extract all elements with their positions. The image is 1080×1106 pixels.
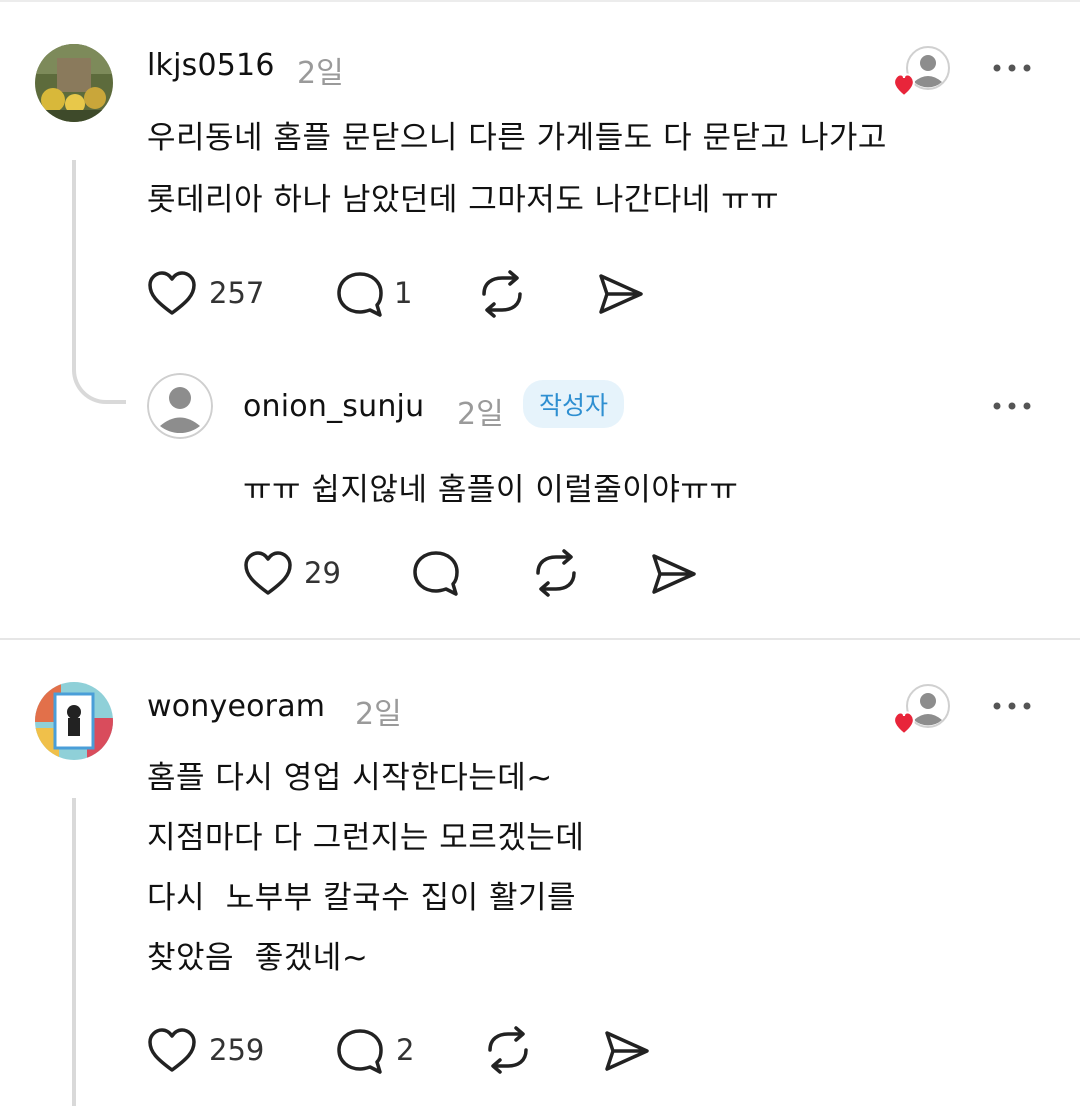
username[interactable]: lkjs0516 (147, 48, 275, 83)
timestamp: 2일 (457, 397, 504, 432)
reply-button[interactable] (411, 549, 461, 599)
top-border (0, 0, 1080, 2)
repost-button[interactable] (482, 1026, 534, 1074)
timestamp: 2일 (297, 56, 344, 91)
comment-text-line: 지점마다 다 그런지는 모르겠는데 (147, 820, 585, 856)
repost-button[interactable] (476, 270, 528, 318)
thread-line (72, 798, 76, 1106)
liked-by-author-icon (890, 682, 950, 738)
liked-by-author-icon (890, 44, 950, 100)
thread-line (72, 160, 76, 360)
avatar-lkjs0516[interactable] (35, 44, 113, 122)
like-count: 259 (209, 1033, 265, 1067)
username[interactable]: wonyeoram (147, 689, 325, 724)
reply-button[interactable] (335, 1027, 385, 1077)
username[interactable]: onion_sunju (243, 389, 424, 424)
author-badge: 작성자 (523, 380, 625, 428)
timestamp: 2일 (355, 697, 402, 732)
reply-count: 1 (394, 276, 413, 310)
share-button[interactable] (597, 270, 645, 318)
comment-text-line: 다시 노부부 칼국수 집이 활기를 (147, 880, 577, 916)
thread-connector (72, 356, 126, 404)
share-button[interactable] (650, 550, 698, 598)
like-count: 257 (209, 276, 265, 310)
like-button[interactable] (147, 1027, 197, 1075)
like-count: 29 (304, 556, 341, 590)
more-options-icon[interactable] (990, 696, 1034, 716)
like-button[interactable] (147, 270, 197, 318)
avatar-onion_sunju[interactable] (147, 373, 213, 439)
like-button[interactable] (243, 550, 293, 598)
comment-text-line: 홈플 다시 영업 시작한다는데~ (147, 760, 553, 796)
repost-button[interactable] (530, 549, 582, 597)
section-divider (0, 638, 1080, 640)
comment-text-line: 찾았음 좋겠네~ (147, 940, 369, 976)
comment-text-line: ㅠㅠ 쉽지않네 홈플이 이럴줄이야ㅠㅠ (243, 472, 739, 508)
reply-button[interactable] (335, 270, 385, 320)
avatar-wonyeoram[interactable] (35, 682, 113, 760)
comment-text-line: 롯데리아 하나 남았던데 그마저도 나간다네 ㅠㅠ (147, 182, 780, 218)
more-options-icon[interactable] (990, 58, 1034, 78)
reply-count: 2 (396, 1033, 415, 1067)
share-button[interactable] (603, 1027, 651, 1075)
more-options-icon[interactable] (990, 396, 1034, 416)
comment-text-line: 우리동네 홈플 문닫으니 다른 가게들도 다 문닫고 나가고 (147, 120, 887, 156)
